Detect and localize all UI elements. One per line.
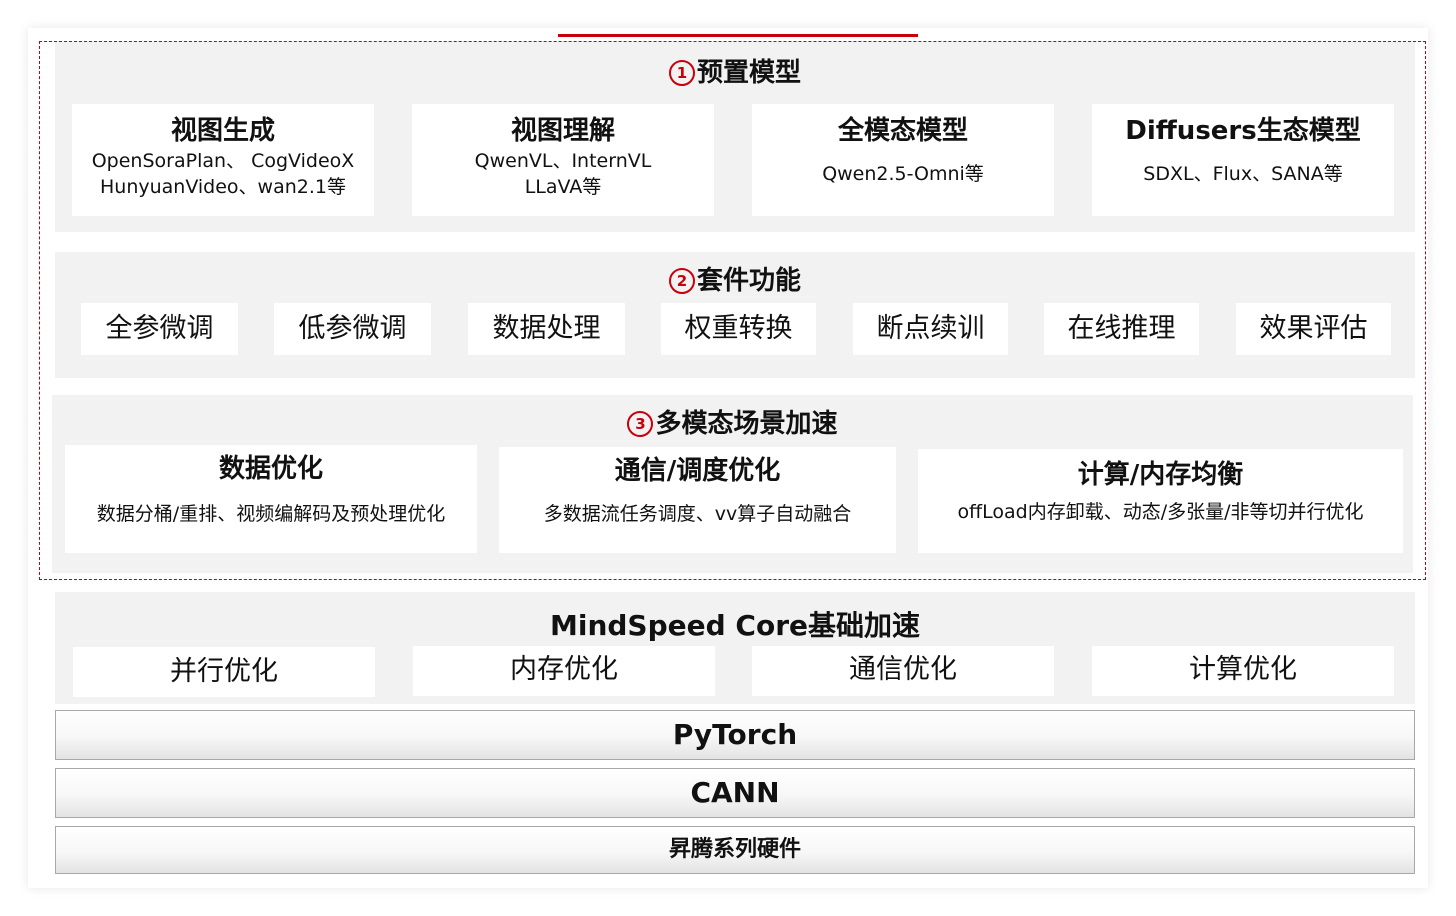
pytorch-layer: PyTorch [55, 710, 1415, 760]
core-comm-opt: 通信优化 [752, 646, 1054, 696]
accel-card-data: 数据优化 数据分桶/重排、视频编解码及预处理优化 [65, 445, 477, 553]
feature-data-processing: 数据处理 [468, 303, 625, 355]
feature-online-inference: 在线推理 [1044, 303, 1199, 355]
card-line: LLaVA等 [524, 176, 602, 198]
card-title: Diffusers生态模型 [1125, 116, 1361, 146]
card-desc: 多数据流任务调度、vv算子自动融合 [543, 503, 852, 525]
card-title: 全模态模型 [837, 116, 968, 146]
section-number-badge: 2 [668, 268, 695, 294]
feature-evaluation: 效果评估 [1236, 303, 1391, 355]
model-card-video-understanding: 视图理解 QwenVL、InternVL LLaVA等 [412, 104, 714, 216]
card-title: 计算/内存均衡 [1077, 460, 1244, 490]
accel-card-comm-sched: 通信/调度优化 多数据流任务调度、vv算子自动融合 [499, 447, 896, 553]
core-memory-opt: 内存优化 [413, 646, 715, 696]
accel-card-compute-memory: 计算/内存均衡 offLoad内存卸载、动态/多张量/非等切并行优化 [918, 449, 1403, 553]
card-title: 视图生成 [170, 116, 275, 146]
card-line: SDXL、Flux、SANA等 [1143, 163, 1343, 185]
card-title: 视图理解 [510, 116, 615, 146]
cann-layer: CANN [55, 768, 1415, 818]
suite-features-title: 2 套件功能 [55, 260, 1415, 297]
feature-low-param-finetune: 低参微调 [274, 303, 431, 355]
card-title: 通信/调度优化 [614, 456, 781, 486]
core-compute-opt: 计算优化 [1092, 646, 1394, 696]
section-number-badge: 1 [668, 60, 695, 86]
card-title: 数据优化 [218, 454, 323, 484]
card-desc: offLoad内存卸载、动态/多张量/非等切并行优化 [957, 501, 1364, 523]
model-card-diffusers: Diffusers生态模型 SDXL、Flux、SANA等 [1092, 104, 1394, 216]
section-number-badge: 3 [627, 411, 654, 437]
ascend-hardware-layer: 昇腾系列硬件 [55, 826, 1415, 874]
feature-weight-conversion: 权重转换 [661, 303, 816, 355]
mindspeed-core-title: MindSpeed Core基础加速 [549, 609, 920, 642]
core-parallel-opt: 并行优化 [73, 647, 375, 697]
feature-full-finetune: 全参微调 [81, 303, 238, 355]
card-line: HunyuanVideo、wan2.1等 [99, 176, 347, 198]
multimodal-accel-title: 3 多模态场景加速 [52, 403, 1413, 440]
card-line: QwenVL、InternVL [474, 150, 652, 172]
preset-models-title: 1 预置模型 [55, 52, 1415, 89]
model-card-omni: 全模态模型 Qwen2.5-Omni等 [752, 104, 1054, 216]
feature-checkpoint-resume: 断点续训 [853, 303, 1008, 355]
card-line: Qwen2.5-Omni等 [822, 163, 984, 185]
card-line: OpenSoraPlan、 CogVideoX [91, 150, 355, 172]
card-desc: 数据分桶/重排、视频编解码及预处理优化 [96, 503, 446, 525]
model-card-video-generation: 视图生成 OpenSoraPlan、 CogVideoX HunyuanVide… [72, 104, 374, 216]
top-accent-line [558, 34, 918, 37]
